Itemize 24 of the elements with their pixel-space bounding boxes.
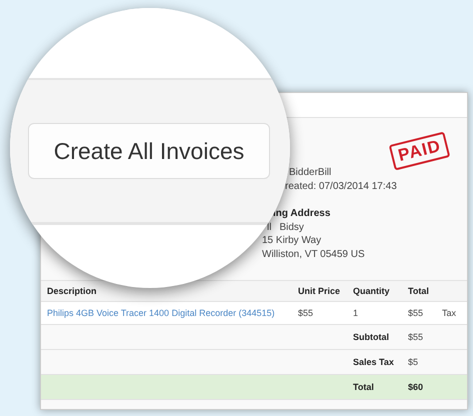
- column-header: Total: [408, 286, 430, 296]
- billing-address-line: Williston, VT 05459 US: [262, 248, 366, 261]
- billing-address-heading: ing Address: [273, 207, 332, 220]
- paid-stamp: PAID: [388, 131, 451, 171]
- summary-label: Total: [353, 382, 375, 392]
- summary-label: Sales Tax: [353, 357, 395, 367]
- table-cell-text: $55: [408, 308, 424, 318]
- create-all-invoices-button[interactable]: Create All Invoices: [28, 123, 270, 179]
- table-cell-text: 1: [353, 308, 360, 318]
- table-cell-text: $55: [298, 308, 314, 318]
- summary-label: Subtotal: [353, 332, 390, 342]
- product-link[interactable]: Philips 4GB Voice Tracer 1400 Digital Recorder (344515): [47, 308, 298, 318]
- column-header: Unit Price: [298, 286, 342, 296]
- column-header: Description: [47, 286, 98, 296]
- table-cell-text: Tax: [442, 308, 458, 318]
- summary-value: $55: [408, 332, 424, 342]
- customer-info-text: BidderBill: [289, 166, 332, 180]
- column-header: Quantity: [353, 286, 391, 296]
- billing-name-text: Bidsy: [279, 220, 304, 234]
- customer-info-text: reated: 07/03/2014 17:43: [285, 180, 397, 193]
- billing-name-text: ll: [267, 220, 272, 234]
- billing-address-line: 15 Kirby Way: [262, 234, 322, 248]
- summary-value: $5: [408, 357, 420, 367]
- summary-value: $60: [408, 382, 424, 392]
